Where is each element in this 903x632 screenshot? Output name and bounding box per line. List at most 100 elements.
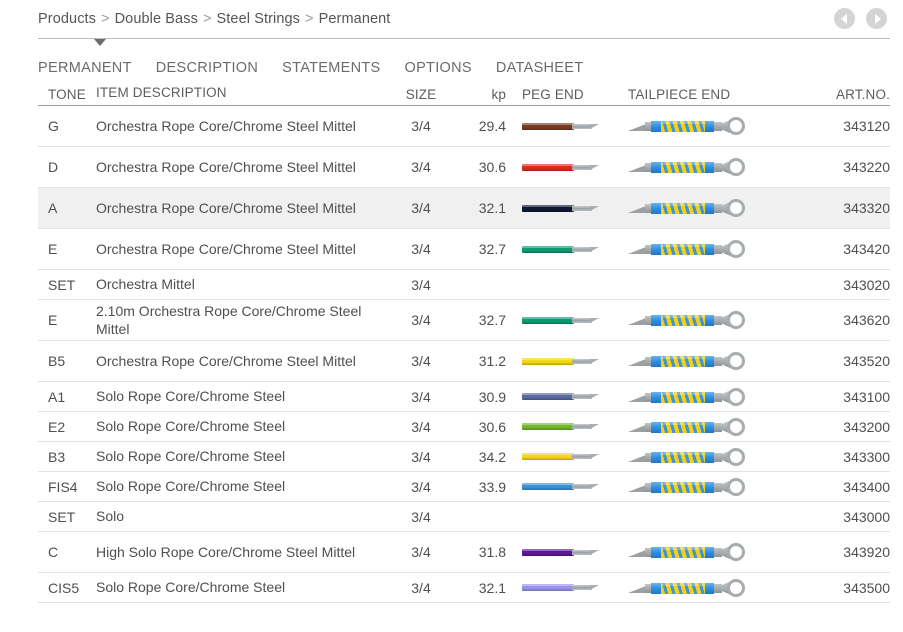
peg-end-string-icon [522,583,600,592]
next-page-arrow-button[interactable] [866,8,887,29]
peg-tip [590,394,599,399]
column-header-peg-end[interactable]: PEG END [514,87,614,102]
cell-tailpiece-end [614,240,804,258]
breadcrumb-item-double-bass[interactable]: Double Bass [115,11,198,27]
tailpiece-blue-band-left [651,203,661,214]
tailpiece-taper [628,484,646,492]
cell-tone: G [48,118,59,134]
peg-end-string-icon [522,122,600,131]
tab-datasheet[interactable]: DATASHEET [496,60,584,76]
tailpiece-ball-loop-icon [727,387,745,406]
cell-tailpiece-end [614,158,804,176]
column-header-tone[interactable]: TONE [38,87,96,102]
cell-kp: 31.8 [478,544,506,560]
tailpiece-blue-band-right [705,121,714,132]
tailpiece-striped-silk [661,547,705,558]
tailpiece-shaft-right [714,548,722,557]
cell-item-description: 2.10m Orchestra Rope Core/Chrome Steel M… [96,302,362,337]
table-row[interactable]: G Orchestra Rope Core/Chrome Steel Mittel… [38,106,890,147]
table-row[interactable]: SET Orchestra Mittel 3/4 343020 [38,270,890,300]
peg-wire [572,164,592,170]
tailpiece-blue-band-left [651,421,661,433]
tailpiece-ball-loop-icon [727,417,745,436]
tailpiece-ball-loop-icon [727,477,745,496]
cell-art-no: 343400 [843,478,890,495]
cell-size: 3/4 [411,544,431,560]
column-header-kp[interactable]: kp [456,87,514,102]
column-header-tailpiece-end[interactable]: TAILPIECE END [614,87,804,102]
table-row[interactable]: D Orchestra Rope Core/Chrome Steel Mittel… [38,147,890,188]
tailpiece-striped-silk [661,582,705,594]
breadcrumb: Products > Double Bass > Steel Strings > Perma… [38,11,390,27]
table-row[interactable]: FIS4 Solo Rope Core/Chrome Steel 3/4 33.9 34… [38,472,890,502]
active-tab-marker-icon [94,39,106,46]
tab-permanent[interactable]: PERMANENT [38,60,132,76]
tailpiece-ball-loop-icon [727,578,745,597]
cell-tone: E [48,312,58,328]
column-header-art-no[interactable]: ART.NO. [804,87,890,102]
peg-wire [572,317,592,323]
peg-wire [572,484,592,489]
cell-peg-end [514,204,614,213]
table-row[interactable]: A1 Solo Rope Core/Chrome Steel 3/4 30.9 3431… [38,382,890,412]
table-row[interactable]: SET Solo 3/4 343000 [38,502,890,532]
tailpiece-blue-band-right [705,582,714,594]
cell-item-description: Solo Rope Core/Chrome Steel [96,388,286,405]
cell-kp: 34.2 [478,448,506,465]
peg-end-string-icon [522,316,600,325]
tailpiece-striped-silk [661,481,705,493]
cell-kp: 30.6 [478,418,506,435]
tailpiece-taper [628,165,646,172]
cell-tone: A1 [48,388,66,405]
cell-kp: 31.2 [478,353,506,369]
column-header-size[interactable]: SIZE [386,87,456,102]
tailpiece-taper [628,124,646,131]
peg-end-string-icon [522,452,600,461]
table-row[interactable]: E Orchestra Rope Core/Chrome Steel Mittel… [38,229,890,270]
cell-tone: A [48,200,58,216]
breadcrumb-item-steel-strings[interactable]: Steel Strings [217,11,301,27]
table-row[interactable]: C High Solo Rope Core/Chrome Steel Mittel… [38,532,890,573]
tailpiece-taper [628,318,646,325]
table-row[interactable]: E 2.10m Orchestra Rope Core/Chrome Steel … [38,300,890,341]
cell-item-description: Solo [96,508,125,525]
previous-page-arrow-button[interactable] [834,8,855,29]
cell-item-description: Orchestra Rope Core/Chrome Steel Mittel [96,158,356,175]
table-row[interactable]: B5 Orchestra Rope Core/Chrome Steel Mitte… [38,341,890,382]
tailpiece-striped-silk [661,244,705,255]
table-row[interactable]: A Orchestra Rope Core/Chrome Steel Mittel… [38,188,890,229]
cell-peg-end [514,316,614,325]
cell-peg-end [514,357,614,366]
tailpiece-end-string-icon [628,417,746,436]
cell-size: 3/4 [411,159,431,175]
table-row[interactable]: B3 Solo Rope Core/Chrome Steel 3/4 34.2 3433… [38,442,890,472]
cell-size: 3/4 [411,353,431,369]
tab-options[interactable]: OPTIONS [404,60,471,76]
table-row[interactable]: E2 Solo Rope Core/Chrome Steel 3/4 30.6 3432… [38,412,890,442]
strings-table: TONE ITEM DESCRIPTION SIZE kp PEG END TA… [38,80,890,603]
peg-silk-wrap [522,163,574,171]
cell-item-description: Orchestra Rope Core/Chrome Steel Mittel [96,352,356,369]
tailpiece-end-string-icon [628,477,746,496]
cell-size: 3/4 [411,276,431,293]
tailpiece-blue-band-right [705,547,714,558]
breadcrumb-item-permanent[interactable]: Permanent [319,11,391,27]
breadcrumb-item-products[interactable]: Products [38,11,96,27]
column-header-description[interactable]: ITEM DESCRIPTION [96,84,386,102]
cell-item-description: Orchestra Rope Core/Chrome Steel Mittel [96,240,356,257]
tailpiece-blue-band-left [651,244,661,255]
cell-item-description: Orchestra Rope Core/Chrome Steel Mittel [96,117,356,134]
tailpiece-blue-band-right [705,315,714,326]
peg-tip [590,358,599,364]
tailpiece-ball-loop-icon [727,117,745,135]
table-row[interactable]: CIS5 Solo Rope Core/Chrome Steel 3/4 32.1 34… [38,573,890,603]
peg-silk-wrap [522,548,574,556]
cell-tailpiece-end [614,199,804,217]
peg-tip [590,484,599,489]
tailpiece-blue-band-right [705,481,714,493]
tab-description[interactable]: DESCRIPTION [156,60,258,76]
cell-peg-end [514,392,614,401]
tab-statements[interactable]: STATEMENTS [282,60,380,76]
cell-item-description: High Solo Rope Core/Chrome Steel Mittel [96,543,356,560]
tailpiece-taper [628,550,646,557]
